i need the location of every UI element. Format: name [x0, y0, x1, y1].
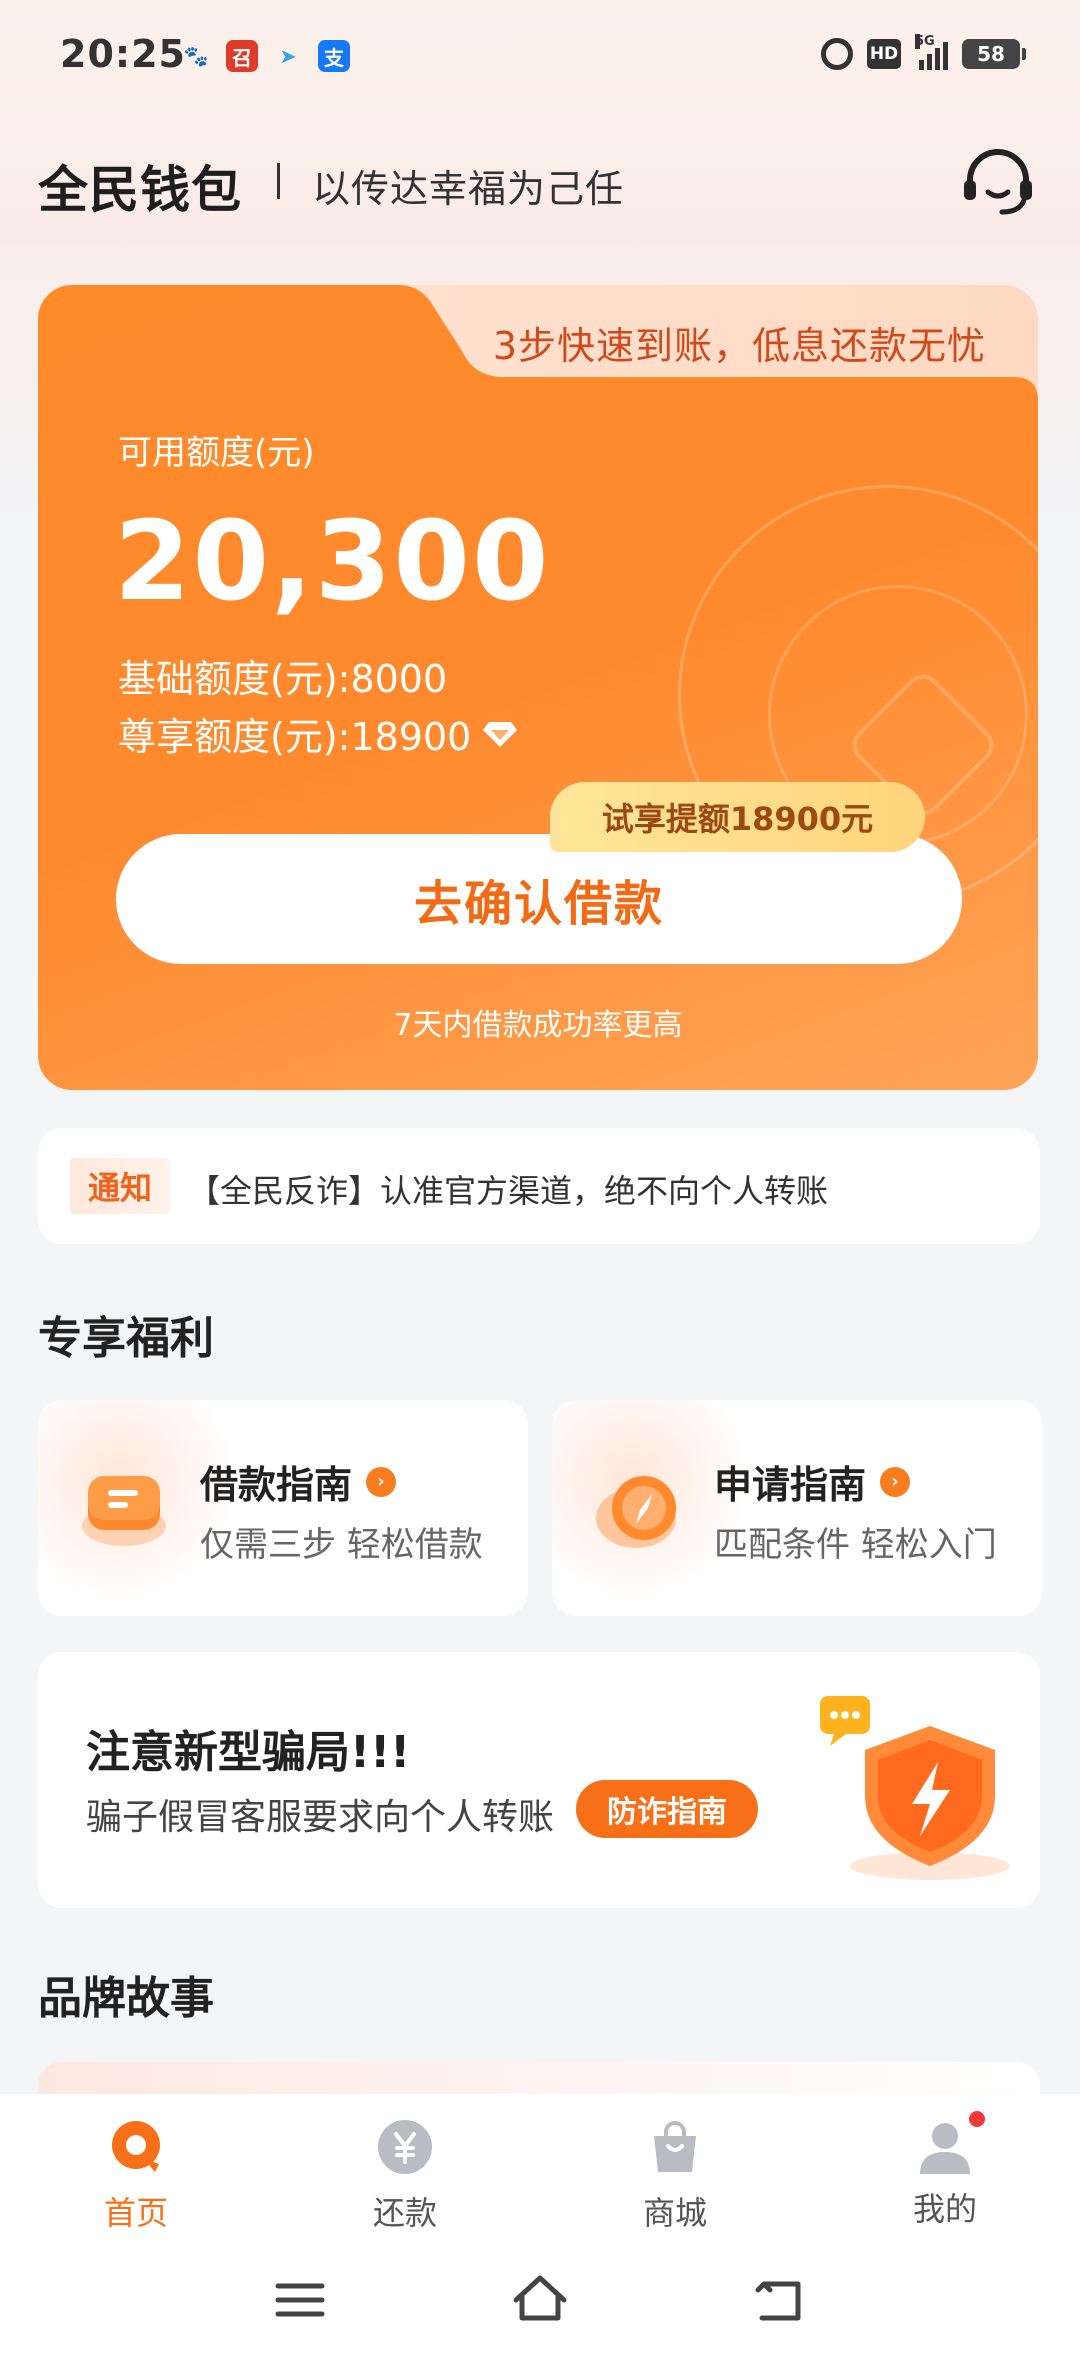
- available-quota-value: 20,300: [114, 497, 551, 625]
- scam-alert-card: 注意新型骗局!!! 骗子假冒客服要求向个人转账 防诈指南: [38, 1652, 1040, 1908]
- shopping-bag-icon: [654, 2121, 696, 2172]
- customer-service-button[interactable]: [960, 148, 1036, 218]
- tab-mine[interactable]: 我的: [875, 2108, 1015, 2230]
- yuan-coin-icon: [378, 2120, 432, 2174]
- baidu-icon: 🐾: [183, 44, 209, 68]
- loan-guide-card[interactable]: 借款指南 › 仅需三步 轻松借款: [38, 1400, 528, 1616]
- card-note: 7天内借款成功率更高: [393, 1008, 683, 1043]
- base-quota: 基础额度(元):8000: [118, 657, 448, 701]
- premium-quota-text: 尊享额度(元):18900: [118, 715, 472, 759]
- shield-icon: [820, 1696, 1010, 1880]
- trial-increase-badge: 试享提额18900元: [550, 782, 925, 852]
- credit-card: 3步快速到账，低息还款无忧 可用额度(元) 20,300 基础额度(元):800…: [38, 285, 1038, 1090]
- loan-guide-icon: [82, 1476, 166, 1546]
- chevron-right-icon: ›: [880, 1466, 911, 1497]
- menu-icon[interactable]: [270, 2270, 330, 2330]
- signal-icon: 5G: [915, 34, 948, 70]
- system-nav-bar: [0, 2270, 1080, 2350]
- person-icon: [920, 2123, 970, 2174]
- premium-quota: 尊享额度(元):18900: [118, 706, 519, 761]
- network-label: 5G: [915, 34, 935, 49]
- back-icon[interactable]: [750, 2270, 810, 2330]
- diamond-icon: [483, 721, 518, 747]
- scam-alert-subtitle: 骗子假冒客服要求向个人转账: [86, 1797, 555, 1838]
- alarm-icon: [821, 38, 853, 70]
- loan-guide-title-text: 借款指南: [200, 1463, 353, 1507]
- compass-icon: [596, 1476, 676, 1548]
- telegram-icon: ➤: [279, 44, 297, 68]
- loan-guide-title: 借款指南 ›: [200, 1454, 397, 1509]
- home-icon[interactable]: [510, 2270, 570, 2330]
- alipay-icon: 支: [318, 40, 350, 72]
- confirm-loan-button[interactable]: 去确认借款: [116, 834, 962, 964]
- brand-slogan: 以传达幸福为己任: [312, 167, 625, 211]
- tab-repay[interactable]: 还款: [335, 2118, 475, 2234]
- apply-guide-title: 申请指南 ›: [714, 1454, 911, 1509]
- brand-divider: [277, 163, 280, 199]
- apply-guide-title-text: 申请指南: [714, 1463, 867, 1507]
- home-logo-icon: [112, 2121, 160, 2172]
- apply-guide-subtitle: 匹配条件 轻松入门: [714, 1525, 997, 1565]
- status-time: 20:25: [60, 32, 186, 76]
- loan-guide-subtitle: 仅需三步 轻松借款: [200, 1525, 483, 1565]
- status-indicators: HD 5G 58: [821, 34, 1026, 70]
- benefits-section-title: 专享福利: [38, 1313, 214, 1364]
- tab-repay-label: 还款: [372, 2194, 437, 2232]
- notice-tag: 通知: [70, 1158, 170, 1214]
- scam-alert-title: 注意新型骗局!!!: [86, 1727, 411, 1778]
- chevron-right-icon: ›: [366, 1466, 397, 1497]
- apply-guide-card[interactable]: 申请指南 › 匹配条件 轻松入门: [552, 1400, 1042, 1616]
- notification-dot: [966, 2108, 988, 2130]
- brand-logo: 全民钱包: [38, 161, 242, 219]
- hd-icon: HD: [867, 39, 901, 69]
- tab-home-label: 首页: [103, 2194, 168, 2232]
- tab-mall-label: 商城: [642, 2194, 707, 2232]
- profile-icon-wrap: [916, 2108, 988, 2176]
- app-red-icon: 召: [226, 40, 258, 72]
- anti-fraud-guide-button[interactable]: 防诈指南: [576, 1780, 758, 1838]
- notice-text: 【全民反诈】认准官方渠道，绝不向个人转账: [188, 1172, 829, 1210]
- brand-story-title: 品牌故事: [38, 1973, 214, 2024]
- tab-mine-label: 我的: [912, 2190, 977, 2228]
- status-app-icons: 🐾 召 ➤ 支: [180, 40, 350, 72]
- tab-home[interactable]: 首页: [66, 2118, 206, 2234]
- status-bar: 20:25 🐾 召 ➤ 支 HD 5G 58: [0, 0, 1080, 110]
- available-quota-label: 可用额度(元): [118, 433, 315, 473]
- battery-icon: 58: [962, 39, 1026, 69]
- tab-mall[interactable]: 商城: [605, 2118, 745, 2234]
- notice-bar[interactable]: 通知 【全民反诈】认准官方渠道，绝不向个人转账: [38, 1128, 1040, 1244]
- headset-icon: [964, 149, 1032, 215]
- card-tab-text: 3步快速到账，低息还款无忧: [492, 324, 986, 368]
